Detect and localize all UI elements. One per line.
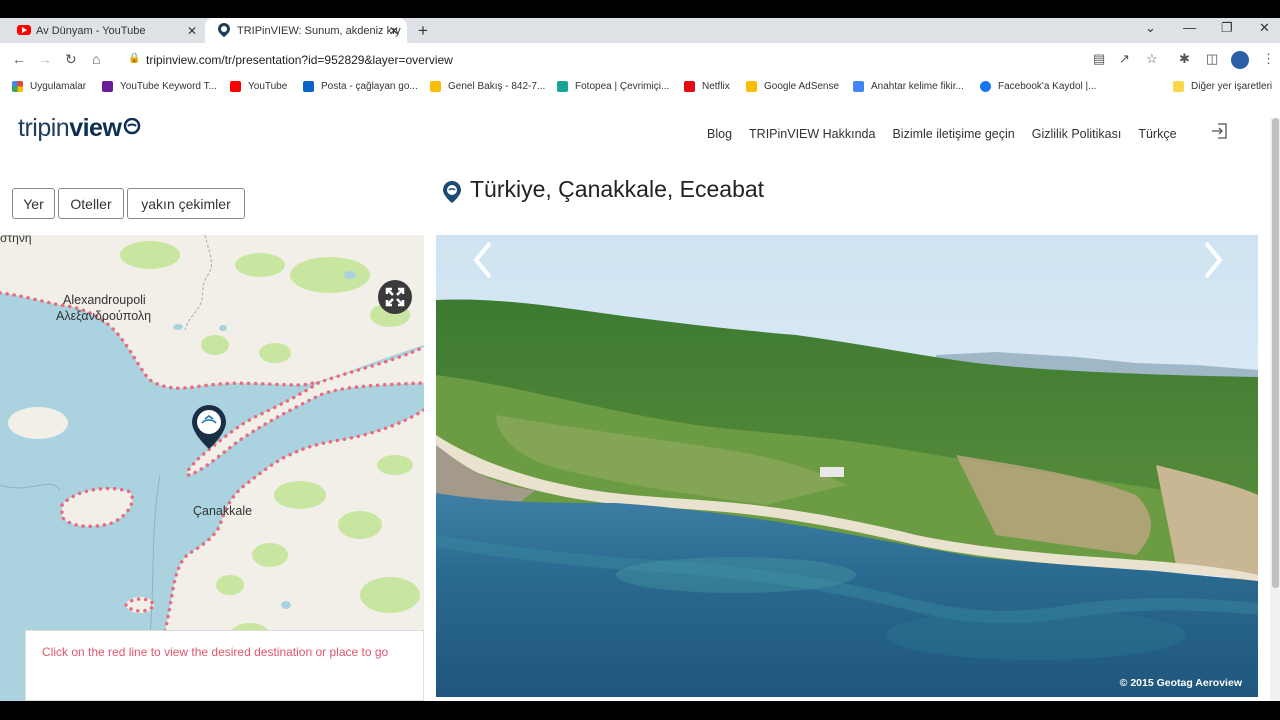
google-ads-icon	[853, 81, 864, 92]
map-info-box: Click on the red line to view the desire…	[25, 630, 424, 701]
side-panel-icon[interactable]: ◫	[1206, 51, 1218, 67]
map-label-city: Çanakkale	[193, 504, 253, 518]
photopea-icon	[557, 81, 568, 92]
forward-button[interactable]: →	[38, 51, 52, 67]
scrollbar-thumb[interactable]	[1272, 118, 1279, 588]
bookmark-item[interactable]: Diğer yer işaretleri	[1173, 81, 1272, 92]
tripinview-favicon-icon	[218, 23, 230, 37]
bookmark-label: Google AdSense	[764, 81, 840, 92]
bookmark-label: Anahtar kelime fikir...	[871, 81, 964, 92]
logo-pin-icon	[123, 118, 141, 135]
address-bar-row: ← → ↻ ⌂ 🔒 tripinview.com/tr/presentation…	[0, 43, 1280, 77]
bookmark-item[interactable]: Anahtar kelime fikir...	[853, 81, 964, 92]
window-close-button[interactable]: ✕	[1259, 20, 1270, 36]
map-label-partial: στηνη	[0, 235, 32, 245]
bookmark-star-icon[interactable]: ☆	[1146, 51, 1158, 67]
reload-button[interactable]: ↻	[65, 51, 77, 68]
keyword-tool-icon	[102, 81, 113, 92]
url-field[interactable]: tripinview.com/tr/presentation?id=952829…	[146, 53, 453, 67]
fullscreen-button[interactable]	[378, 280, 412, 314]
facebook-icon	[980, 81, 991, 92]
bookmark-label: YouTube Keyword T...	[120, 81, 217, 92]
tab-place[interactable]: Yer	[12, 188, 55, 219]
bookmark-item[interactable]: Google AdSense	[746, 81, 839, 92]
tab-hotels[interactable]: Oteller	[58, 188, 124, 219]
bookmark-item[interactable]: Netflix	[684, 81, 730, 92]
adsense-icon	[746, 81, 757, 92]
photo-canvas	[436, 235, 1258, 697]
logo-text-bold: view	[69, 114, 122, 142]
bookmark-item[interactable]: Uygulamalar	[12, 81, 86, 92]
bookmark-label: Genel Bakış - 842-7...	[448, 81, 546, 92]
profile-avatar[interactable]	[1231, 51, 1249, 69]
tab-closeups[interactable]: yakın çekimler	[127, 188, 245, 219]
restore-button[interactable]: ❐	[1221, 20, 1233, 36]
bookmark-label: Diğer yer işaretleri	[1191, 81, 1273, 92]
bookmark-item[interactable]: YouTube	[230, 81, 287, 92]
tab-strip: Av Dünyam - YouTube ✕ TRIPinVIEW: Sunum,…	[0, 18, 1280, 43]
expand-icon	[385, 287, 405, 307]
bookmark-label: Uygulamalar	[30, 81, 87, 92]
bookmark-item[interactable]: YouTube Keyword T...	[102, 81, 217, 92]
panorama-photo[interactable]: © 2015 Geotag Aeroview	[436, 235, 1258, 697]
apps-grid-icon	[12, 81, 23, 92]
island-samothraki	[8, 407, 68, 439]
bookmarks-bar: Uygulamalar YouTube Keyword T... YouTube…	[0, 77, 1280, 99]
map-label-city-greek: Αλεξανδρούπολη	[56, 309, 152, 323]
extensions-icon[interactable]: ✱	[1179, 51, 1190, 67]
bookmark-label: Netflix	[702, 81, 730, 92]
bookmark-item[interactable]: Fotopea | Çevrimiçi...	[557, 81, 669, 92]
youtube-icon	[17, 25, 31, 35]
top-nav: Blog TRIPinVIEW Hakkında Bizimle iletişi…	[707, 127, 1194, 141]
tab-tripinview[interactable]: TRIPinVIEW: Sunum, akdeniz kıy ✕	[205, 18, 407, 43]
google-ads-icon	[430, 81, 441, 92]
share-icon[interactable]: ↗	[1119, 51, 1130, 67]
prev-photo-button[interactable]	[468, 235, 498, 285]
nav-privacy[interactable]: Gizlilik Politikası	[1032, 127, 1122, 141]
location-pin-icon	[443, 181, 461, 203]
map-info-text: Click on the red line to view the desire…	[42, 645, 389, 659]
home-button[interactable]: ⌂	[92, 51, 100, 67]
next-photo-button[interactable]	[1198, 235, 1228, 285]
bookmark-label: Posta - çağlayan go...	[321, 81, 418, 92]
logo-text: tripin	[18, 114, 70, 142]
site-logo[interactable]: tripinview	[18, 114, 122, 143]
tab-youtube[interactable]: Av Dünyam - YouTube ✕	[0, 18, 205, 43]
youtube-icon	[230, 81, 241, 92]
tab-search-icon[interactable]: ⌄	[1145, 20, 1156, 36]
login-icon[interactable]	[1210, 122, 1228, 140]
browser-window: Av Dünyam - YouTube ✕ TRIPinVIEW: Sunum,…	[0, 18, 1280, 701]
bookmark-label: YouTube	[248, 81, 288, 92]
map-label-city: Alexandroupoli	[63, 293, 146, 307]
netflix-icon	[684, 81, 695, 92]
nav-about[interactable]: TRIPinVIEW Hakkında	[749, 127, 875, 141]
tab-title: Av Dünyam - YouTube	[36, 24, 146, 37]
bookmark-item[interactable]: Posta - çağlayan go...	[303, 81, 418, 92]
nav-contact[interactable]: Bizimle iletişime geçin	[892, 127, 1014, 141]
folder-icon	[1173, 81, 1184, 92]
nav-language[interactable]: Türkçe	[1138, 127, 1176, 141]
lock-icon[interactable]: 🔒	[128, 53, 140, 64]
bookmark-label: Facebook'a Kaydol |...	[998, 81, 1097, 92]
tab-close-icon[interactable]: ✕	[389, 24, 399, 38]
bookmark-item[interactable]: Facebook'a Kaydol |...	[980, 81, 1096, 92]
translate-icon[interactable]: ▤	[1093, 51, 1105, 67]
photo-copyright: © 2015 Geotag Aeroview	[1119, 677, 1242, 689]
location-title: Türkiye, Çanakkale, Eceabat	[470, 176, 765, 202]
tab-close-icon[interactable]: ✕	[187, 24, 197, 38]
minimize-button[interactable]: —	[1183, 20, 1196, 35]
bookmark-label: Fotopea | Çevrimiçi...	[575, 81, 670, 92]
tab-title: TRIPinVIEW: Sunum, akdeniz kıy	[237, 24, 401, 37]
bookmark-item[interactable]: Genel Bakış - 842-7...	[430, 81, 545, 92]
nav-blog[interactable]: Blog	[707, 127, 732, 141]
new-tab-button[interactable]: +	[418, 21, 428, 41]
menu-kebab-icon[interactable]: ⋮	[1262, 51, 1275, 67]
outlook-icon	[303, 81, 314, 92]
back-button[interactable]: ←	[12, 51, 26, 67]
